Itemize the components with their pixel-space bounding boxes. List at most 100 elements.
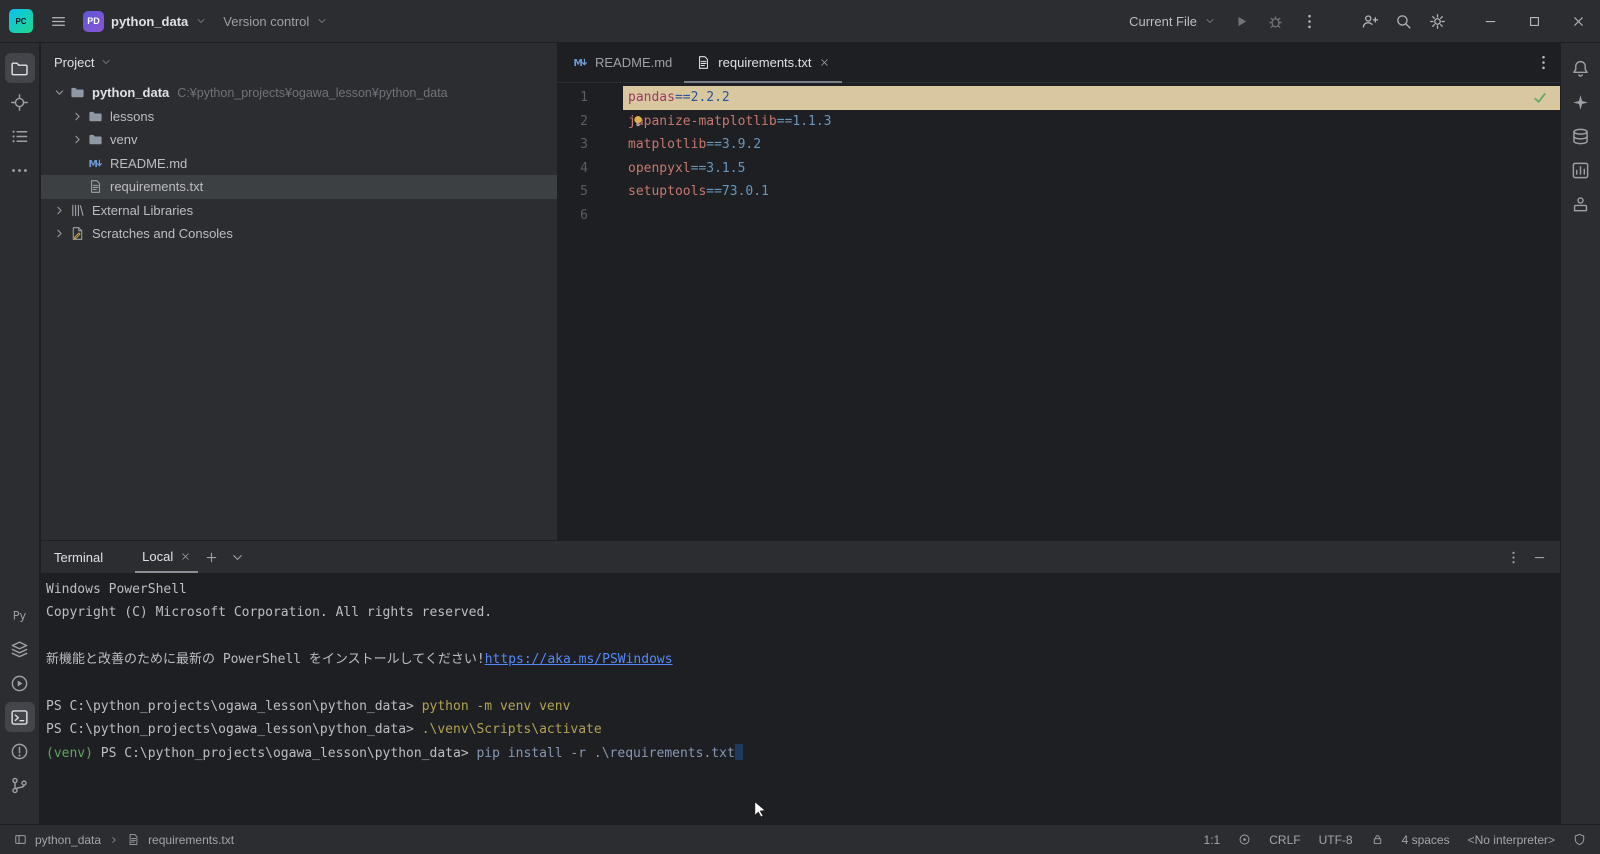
svg-text:Py: Py bbox=[13, 609, 27, 622]
tree-item-label: venv bbox=[110, 132, 137, 147]
tree-item-external-libraries[interactable]: External Libraries bbox=[41, 199, 557, 223]
project-panel: Project python_dataC:¥python_projects¥og… bbox=[41, 43, 557, 540]
code-token: ==3.1.5 bbox=[691, 161, 746, 176]
python-console-tool-icon[interactable]: Py bbox=[5, 600, 35, 630]
terminal-tab-local[interactable]: Local bbox=[135, 541, 198, 573]
sci-view-tool-icon[interactable] bbox=[1566, 155, 1596, 185]
close-tab-icon[interactable] bbox=[819, 57, 830, 68]
code-line[interactable]: pandas==2.2.2 bbox=[623, 86, 1560, 110]
debug-button[interactable] bbox=[1260, 6, 1290, 36]
terminal-link[interactable]: https://aka.ms/PSWindows bbox=[485, 652, 673, 667]
terminal-text: PS C:\python_projects\ogawa_lesson\pytho… bbox=[46, 722, 422, 737]
database-tool-icon[interactable] bbox=[1566, 121, 1596, 151]
settings-gear-icon[interactable] bbox=[1422, 6, 1452, 36]
caret-position[interactable]: 1:1 bbox=[1204, 833, 1221, 847]
gutter-line-number: 5 bbox=[557, 180, 623, 204]
gutter-line-number: 3 bbox=[557, 133, 623, 157]
tree-item-readme-md[interactable]: M README.md bbox=[41, 152, 557, 176]
code-line[interactable]: openpyxl==3.1.5 bbox=[623, 157, 1560, 181]
terminal-output[interactable]: Windows PowerShellCopyright (C) Microsof… bbox=[41, 574, 1560, 765]
commit-tool-icon[interactable] bbox=[5, 87, 35, 117]
code-line[interactable]: setuptools==73.0.1 bbox=[623, 180, 1560, 204]
markdown-file-icon: M bbox=[573, 55, 588, 70]
tab-readme[interactable]: M README.md bbox=[561, 43, 684, 82]
tree-item-scratches-and-consoles[interactable]: Scratches and Consoles bbox=[41, 222, 557, 246]
tree-item-label: python_data bbox=[92, 85, 169, 100]
window-controls bbox=[1468, 0, 1600, 42]
chevron-down-icon bbox=[100, 56, 112, 68]
left-toolbar: Py bbox=[0, 43, 40, 824]
close-button[interactable] bbox=[1556, 0, 1600, 42]
more-tools-icon[interactable] bbox=[5, 155, 35, 185]
project-widget[interactable]: PD python_data bbox=[75, 7, 215, 36]
services-tool-icon[interactable] bbox=[5, 668, 35, 698]
chevron-right-icon[interactable] bbox=[69, 133, 86, 146]
tree-item-label: README.md bbox=[110, 156, 187, 171]
plugins-tool-icon[interactable] bbox=[1566, 189, 1596, 219]
code-line[interactable]: matplotlib==3.9.2 bbox=[623, 133, 1560, 157]
terminal-options-button[interactable] bbox=[1500, 541, 1526, 573]
editor-options-button[interactable] bbox=[1528, 48, 1558, 78]
code-with-me-button[interactable] bbox=[1354, 6, 1384, 36]
indent-style[interactable]: 4 spaces bbox=[1402, 833, 1450, 847]
run-config-selector[interactable]: Current File bbox=[1121, 10, 1224, 33]
breadcrumb-file[interactable]: requirements.txt bbox=[148, 833, 234, 847]
tree-item-venv[interactable]: venv bbox=[41, 128, 557, 152]
hide-terminal-button[interactable] bbox=[1526, 541, 1552, 573]
project-tool-icon[interactable] bbox=[5, 53, 35, 83]
tree-item-python-data[interactable]: python_dataC:¥python_projects¥ogawa_less… bbox=[41, 81, 557, 105]
python-interpreter[interactable]: <No interpreter> bbox=[1468, 833, 1555, 847]
text-file-icon bbox=[696, 55, 711, 70]
tab-requirements[interactable]: requirements.txt bbox=[684, 43, 841, 82]
terminal-line bbox=[46, 625, 1560, 648]
chevron-right-icon[interactable] bbox=[51, 227, 68, 240]
tree-item-requirements-txt[interactable]: requirements.txt bbox=[41, 175, 557, 199]
shield-icon[interactable] bbox=[1573, 833, 1586, 846]
chevron-right-icon[interactable] bbox=[51, 204, 68, 217]
titlebar: PC PD python_data Version control Curren… bbox=[0, 0, 1600, 43]
code-line[interactable] bbox=[623, 204, 1560, 228]
markdown-icon: M bbox=[86, 156, 104, 171]
right-toolbar bbox=[1560, 43, 1600, 824]
close-terminal-tab-icon[interactable] bbox=[180, 551, 191, 562]
python-packages-tool-icon[interactable] bbox=[5, 634, 35, 664]
terminal-dropdown-icon[interactable] bbox=[224, 541, 250, 573]
file-encoding[interactable]: UTF-8 bbox=[1319, 833, 1353, 847]
tree-item-lessons[interactable]: lessons bbox=[41, 105, 557, 129]
editor-code[interactable]: pandas==2.2.2japanize-matplotlib==1.1.3m… bbox=[623, 86, 1560, 540]
ai-assistant-icon[interactable] bbox=[1566, 87, 1596, 117]
more-actions-button[interactable] bbox=[1294, 6, 1324, 36]
chevron-right-icon[interactable] bbox=[69, 110, 86, 123]
run-button[interactable] bbox=[1226, 6, 1256, 36]
version-control-tool-icon[interactable] bbox=[5, 770, 35, 800]
inspection-ok-icon[interactable] bbox=[1532, 90, 1548, 106]
code-line[interactable]: japanize-matplotlib==1.1.3 bbox=[623, 110, 1560, 134]
minimize-button[interactable] bbox=[1468, 0, 1512, 42]
search-everywhere-button[interactable] bbox=[1388, 6, 1418, 36]
breadcrumb-project[interactable]: python_data bbox=[35, 833, 101, 847]
project-panel-header[interactable]: Project bbox=[41, 43, 557, 81]
structure-tool-icon[interactable] bbox=[5, 121, 35, 151]
terminal-panel-title[interactable]: Terminal bbox=[54, 541, 103, 573]
folder-icon bbox=[86, 132, 104, 147]
terminal-header: Terminal Local bbox=[41, 541, 1560, 574]
svg-text:M: M bbox=[88, 159, 97, 170]
intention-bulb-icon[interactable] bbox=[631, 114, 645, 128]
notifications-bell-icon[interactable] bbox=[1566, 53, 1596, 83]
code-token: ==73.0.1 bbox=[706, 184, 769, 199]
line-separator[interactable]: CRLF bbox=[1269, 833, 1300, 847]
tree-item-label: lessons bbox=[110, 109, 154, 124]
main-menu-button[interactable] bbox=[43, 6, 73, 36]
tree-item-label: External Libraries bbox=[92, 203, 193, 218]
vcs-widget[interactable]: Version control bbox=[215, 10, 336, 33]
right-strip-icons bbox=[1561, 43, 1600, 223]
new-terminal-button[interactable] bbox=[198, 541, 224, 573]
chevron-down-icon[interactable] bbox=[51, 86, 68, 99]
problems-tool-icon[interactable] bbox=[5, 736, 35, 766]
lock-icon[interactable] bbox=[1371, 833, 1384, 846]
highlighting-level-icon[interactable] bbox=[1238, 833, 1251, 846]
maximize-button[interactable] bbox=[1512, 0, 1556, 42]
tool-window-layout-icon[interactable] bbox=[14, 833, 27, 846]
terminal-text: (venv) bbox=[46, 746, 93, 761]
terminal-tool-icon[interactable] bbox=[5, 702, 35, 732]
